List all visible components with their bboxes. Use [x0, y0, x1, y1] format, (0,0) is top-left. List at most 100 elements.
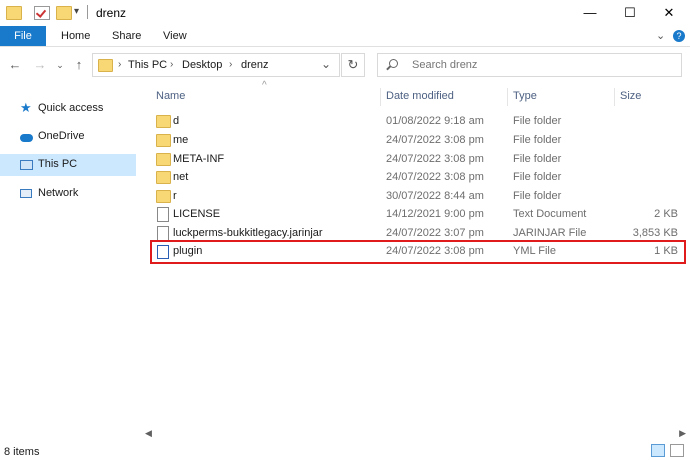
minimize-button[interactable]: —	[573, 0, 607, 26]
title-bar: ▾ drenz — ☐ ✕	[0, 0, 690, 26]
sidebar-item-quick-access[interactable]: ★ Quick access	[0, 98, 136, 120]
ribbon-expand-icon[interactable]: ⌄	[656, 26, 665, 46]
file-type: YML File	[513, 245, 556, 257]
breadcrumb-separator-icon[interactable]: ›	[229, 59, 232, 70]
recent-chevron-icon[interactable]: ⌄	[52, 56, 68, 74]
file-type: JARINJAR File	[513, 227, 587, 239]
status-bar: 8 items	[0, 442, 690, 460]
search-input[interactable]	[412, 57, 672, 73]
sidebar-item-label: OneDrive	[38, 130, 85, 142]
list-item[interactable]: me 24/07/2022 3:08 pm File folder	[152, 131, 684, 150]
list-item[interactable]: d 01/08/2022 9:18 am File folder	[152, 112, 684, 131]
scroll-left-icon[interactable]: ◀	[145, 428, 152, 439]
breadcrumb-this-pc[interactable]: This PC	[128, 59, 167, 71]
navigation-bar: ← → ⌄ ↑ › This PC › Desktop › drenz ⌄ ↻	[0, 50, 690, 80]
document-icon	[157, 226, 169, 241]
column-divider[interactable]	[614, 88, 615, 106]
ribbon: File Home Share View ⌄ ?	[0, 26, 690, 47]
file-name: luckperms-bukkitlegacy.jarinjar	[173, 227, 323, 239]
item-count: 8 items	[4, 446, 40, 458]
tab-share[interactable]: Share	[112, 26, 141, 46]
search-box[interactable]	[377, 53, 682, 77]
tab-home[interactable]: Home	[61, 26, 90, 46]
file-type: File folder	[513, 190, 562, 202]
document-icon	[157, 207, 169, 222]
cloud-icon	[20, 134, 33, 142]
sidebar-item-network[interactable]: Network	[0, 183, 136, 205]
file-name: r	[173, 190, 177, 202]
file-name: META-INF	[173, 153, 225, 165]
column-headers: ^ Name Date modified Type Size	[142, 80, 690, 108]
column-header-name[interactable]: Name	[156, 90, 185, 102]
scroll-right-icon[interactable]: ▶	[679, 428, 686, 439]
folder-icon	[156, 134, 171, 147]
computer-icon	[20, 160, 33, 170]
navigation-pane: ★ Quick access OneDrive This PC Network	[0, 84, 140, 424]
list-item[interactable]: net 24/07/2022 3:08 pm File folder	[152, 168, 684, 187]
yml-file-icon	[157, 245, 169, 259]
file-date: 24/07/2022 3:08 pm	[386, 153, 484, 165]
refresh-button[interactable]: ↻	[341, 53, 365, 77]
file-date: 14/12/2021 9:00 pm	[386, 208, 484, 220]
sidebar-item-label: Quick access	[38, 102, 104, 114]
network-icon	[20, 189, 32, 198]
sort-ascending-icon: ^	[262, 80, 267, 91]
folder-icon	[156, 115, 171, 128]
file-name: LICENSE	[173, 208, 221, 220]
sidebar-item-label: Network	[38, 187, 79, 199]
breadcrumb-desktop[interactable]: Desktop	[182, 59, 222, 71]
sidebar-item-onedrive[interactable]: OneDrive	[0, 126, 136, 148]
back-arrow-icon[interactable]: ←	[7, 56, 23, 74]
search-icon	[389, 59, 398, 68]
forward-arrow-icon[interactable]: →	[32, 56, 48, 74]
file-name: d	[173, 115, 180, 127]
file-type: File folder	[513, 134, 562, 146]
file-date: 24/07/2022 3:08 pm	[386, 134, 484, 146]
file-type: File folder	[513, 153, 562, 165]
address-dropdown-icon[interactable]: ⌄	[321, 57, 331, 71]
breadcrumb-separator-icon[interactable]: ›	[118, 59, 121, 70]
file-size: 1 KB	[654, 245, 678, 257]
column-divider[interactable]	[507, 88, 508, 106]
list-item[interactable]: luckperms-bukkitlegacy.jarinjar 24/07/20…	[152, 224, 684, 243]
folder-icon[interactable]	[6, 6, 22, 20]
up-arrow-icon[interactable]: ↑	[71, 56, 87, 74]
address-bar[interactable]: › This PC › Desktop › drenz ⌄	[92, 53, 340, 77]
properties-check-icon[interactable]	[34, 6, 50, 20]
file-type: File folder	[513, 171, 562, 183]
details-view-icon[interactable]	[651, 444, 665, 457]
file-date: 30/07/2022 8:44 am	[386, 190, 484, 202]
column-divider[interactable]	[380, 88, 381, 106]
title-divider	[87, 5, 88, 19]
list-item[interactable]: r 30/07/2022 8:44 am File folder	[152, 187, 684, 206]
list-item[interactable]: META-INF 24/07/2022 3:08 pm File folder	[152, 150, 684, 169]
sidebar-item-this-pc[interactable]: This PC	[0, 154, 136, 176]
column-header-type[interactable]: Type	[513, 90, 537, 102]
file-name: net	[173, 171, 189, 183]
large-icons-view-icon[interactable]	[670, 444, 684, 457]
new-folder-icon[interactable]	[56, 6, 72, 20]
breadcrumb-drenz[interactable]: drenz	[241, 59, 269, 71]
folder-icon	[98, 59, 113, 72]
breadcrumb-separator-icon[interactable]: ›	[170, 59, 173, 70]
file-date: 24/07/2022 3:08 pm	[386, 245, 484, 257]
file-date: 24/07/2022 3:08 pm	[386, 171, 484, 183]
sidebar-item-label: This PC	[38, 158, 78, 170]
star-icon: ★	[20, 100, 32, 115]
file-name: plugin	[173, 245, 203, 257]
horizontal-scrollbar[interactable]: ◀ ▶	[142, 426, 690, 442]
file-date: 01/08/2022 9:18 am	[386, 115, 484, 127]
folder-icon	[156, 171, 171, 184]
tab-file[interactable]: File	[0, 26, 46, 46]
help-icon[interactable]: ?	[673, 30, 685, 42]
file-type: Text Document	[513, 208, 587, 220]
column-header-date[interactable]: Date modified	[386, 90, 454, 102]
chevron-down-icon[interactable]: ▾	[74, 6, 79, 17]
maximize-button[interactable]: ☐	[613, 0, 647, 26]
list-item[interactable]: LICENSE 14/12/2021 9:00 pm Text Document…	[152, 205, 684, 224]
list-item-highlighted[interactable]: plugin 24/07/2022 3:08 pm YML File 1 KB	[150, 240, 686, 264]
folder-icon	[156, 153, 171, 166]
close-button[interactable]: ✕	[652, 0, 686, 26]
column-header-size[interactable]: Size	[620, 90, 641, 102]
tab-view[interactable]: View	[163, 26, 187, 46]
